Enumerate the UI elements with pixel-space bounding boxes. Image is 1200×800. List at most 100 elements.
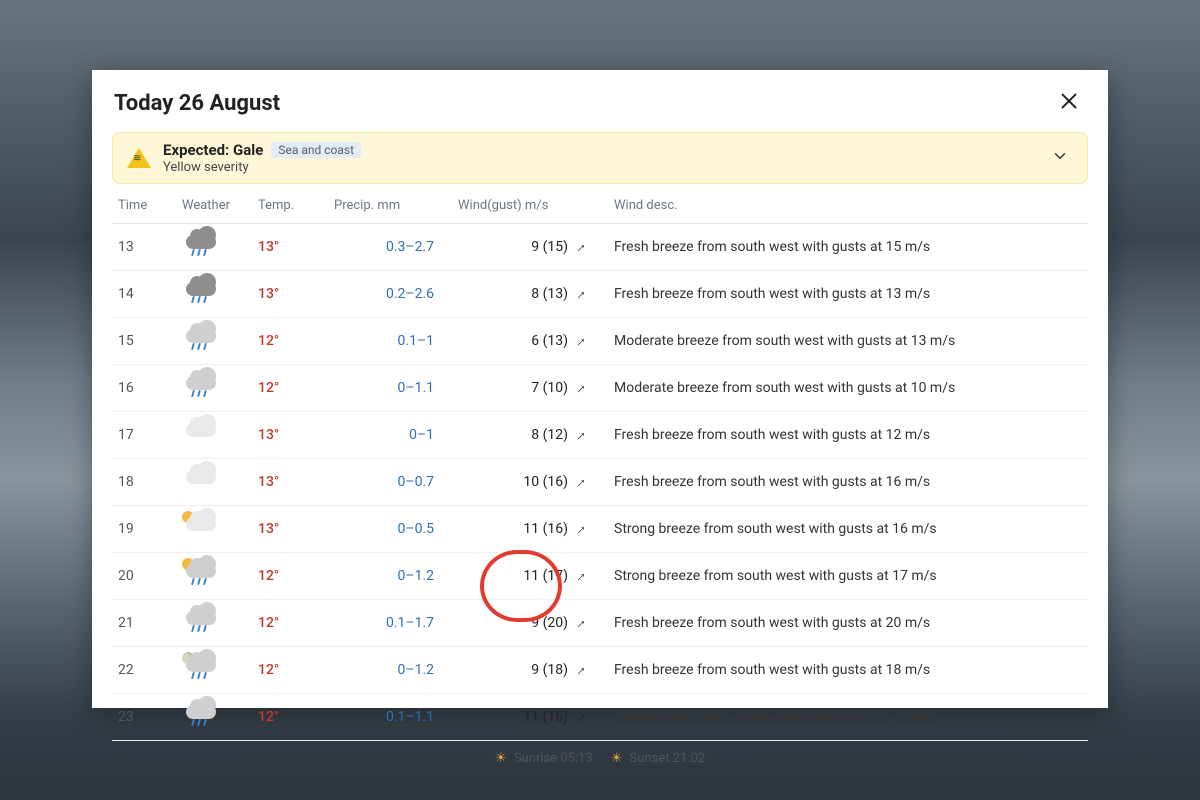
cell-wind-dir: ↑ (572, 224, 608, 271)
cell-weather (176, 412, 252, 459)
cell-temp: 13° (252, 506, 328, 553)
sunrise: ☀ Sunrise 05:13 (495, 751, 593, 766)
cloud-light-icon (182, 466, 224, 494)
table-row: 1413°0.2–2.68 (13)↑Fresh breeze from sou… (112, 271, 1088, 318)
cell-weather (176, 459, 252, 506)
cell-weather (176, 553, 252, 600)
alert-tag: Sea and coast (271, 142, 361, 158)
cell-precip: 0.2–2.6 (328, 271, 452, 318)
wind-arrow-icon: ↑ (573, 286, 590, 303)
cell-wind-desc: Fresh breeze from south west with gusts … (608, 600, 1088, 647)
cell-wind-desc: Moderate breeze from south west with gus… (608, 365, 1088, 412)
sunrise-icon: ☀ (495, 751, 507, 766)
wind-arrow-icon: ↑ (573, 521, 590, 538)
cell-precip: 0–1.2 (328, 647, 452, 694)
panel-header: Today 26 August (92, 82, 1108, 130)
cell-wind-dir: ↑ (572, 694, 608, 741)
table-row: 1813°0–0.710 (16)↑Fresh breeze from sout… (112, 459, 1088, 506)
chevron-down-icon (1047, 143, 1073, 173)
cell-time: 13 (112, 224, 176, 271)
cell-temp: 12° (252, 694, 328, 741)
cell-temp: 13° (252, 412, 328, 459)
cell-temp: 12° (252, 553, 328, 600)
cell-wind-dir: ↑ (572, 412, 608, 459)
cell-precip: 0.1–1 (328, 318, 452, 365)
table-row: 2112°0.1–1.79 (20)↑Fresh breeze from sou… (112, 600, 1088, 647)
cell-wind-desc: Fresh breeze from south west with gusts … (608, 459, 1088, 506)
cell-wind-dir: ↑ (572, 318, 608, 365)
rain-icon (182, 607, 224, 635)
cell-wind: 11 (16) (452, 506, 572, 553)
cell-wind: 6 (13) (452, 318, 572, 365)
cell-wind-desc: Strong breeze from south west with gusts… (608, 553, 1088, 600)
wind-arrow-icon: ↑ (573, 662, 590, 679)
cell-wind-dir: ↑ (572, 600, 608, 647)
cell-temp: 12° (252, 647, 328, 694)
cell-weather (176, 694, 252, 741)
close-button[interactable] (1052, 86, 1086, 120)
wind-arrow-icon: ↑ (573, 474, 590, 491)
col-time: Time (112, 192, 176, 224)
rain-icon (182, 325, 224, 353)
cell-wind-desc: Strong breeze from south west with gusts… (608, 694, 1088, 741)
cell-wind: 8 (13) (452, 271, 572, 318)
table-row: 1713°0–18 (12)↑Fresh breeze from south w… (112, 412, 1088, 459)
cell-wind-dir: ↑ (572, 459, 608, 506)
cell-precip: 0.1–1.1 (328, 694, 452, 741)
cell-wind-desc: Strong breeze from south west with gusts… (608, 506, 1088, 553)
wind-arrow-icon: ↑ (573, 427, 590, 444)
cell-weather (176, 318, 252, 365)
sun-cloud-icon (182, 513, 224, 541)
cell-wind-desc: Moderate breeze from south west with gus… (608, 318, 1088, 365)
col-wind: Wind(gust) m/s (452, 192, 608, 224)
wind-arrow-icon: ↑ (573, 615, 590, 632)
cell-time: 16 (112, 365, 176, 412)
cell-weather (176, 600, 252, 647)
cell-wind: 9 (20) (452, 600, 572, 647)
cloud-light-icon (182, 419, 224, 447)
col-weather: Weather (176, 192, 252, 224)
cell-time: 17 (112, 412, 176, 459)
cell-time: 23 (112, 694, 176, 741)
col-temp: Temp. (252, 192, 328, 224)
cell-wind: 11 (17) (452, 553, 572, 600)
cell-wind: 8 (12) (452, 412, 572, 459)
cell-wind: 7 (10) (452, 365, 572, 412)
cell-time: 18 (112, 459, 176, 506)
wind-arrow-icon: ↑ (573, 380, 590, 397)
sunset-value: 21:02 (673, 751, 705, 766)
table-row: 2012°0–1.211 (17)↑Strong breeze from sou… (112, 553, 1088, 600)
forecast-panel: Today 26 August Expected: Gale Sea and c… (92, 70, 1108, 708)
rain-icon (182, 372, 224, 400)
cell-temp: 13° (252, 224, 328, 271)
alert-title: Expected: Gale (163, 141, 263, 159)
cell-precip: 0–1.2 (328, 553, 452, 600)
panel-title: Today 26 August (114, 91, 280, 116)
cell-wind-dir: ↑ (572, 506, 608, 553)
rain-dark-icon (182, 278, 224, 306)
sunset-icon: ☀ (611, 751, 623, 766)
cell-wind-desc: Fresh breeze from south west with gusts … (608, 647, 1088, 694)
sunrise-label: Sunrise (514, 751, 557, 766)
moon-rain-icon (182, 654, 224, 682)
table-row: 23 12°0.1–1.111 (16)↑Strong breeze from s… (112, 694, 1088, 741)
cell-weather (176, 224, 252, 271)
sun-rain-icon (182, 560, 224, 588)
cell-wind: 9 (15) (452, 224, 572, 271)
cell-wind: 11 (16) (452, 694, 572, 741)
cell-time: 21 (112, 600, 176, 647)
alert-texts: Expected: Gale Sea and coast Yellow seve… (163, 141, 1035, 175)
sun-times: ☀ Sunrise 05:13 ☀ Sunset 21:02 (92, 751, 1108, 766)
table-row: 1313°0.3–2.79 (15)↑Fresh breeze from sou… (112, 224, 1088, 271)
cell-time: 22 (112, 647, 176, 694)
sunset-label: Sunset (630, 751, 670, 766)
col-precip: Precip. mm (328, 192, 452, 224)
table-row: 1512°0.1–16 (13)↑Moderate breeze from so… (112, 318, 1088, 365)
warning-icon (127, 148, 151, 168)
cell-time: 15 (112, 318, 176, 365)
cell-wind-desc: Fresh breeze from south west with gusts … (608, 224, 1088, 271)
wind-arrow-icon: ↑ (573, 333, 590, 350)
weather-alert[interactable]: Expected: Gale Sea and coast Yellow seve… (112, 132, 1088, 184)
cell-precip: 0–1.1 (328, 365, 452, 412)
cell-weather (176, 365, 252, 412)
